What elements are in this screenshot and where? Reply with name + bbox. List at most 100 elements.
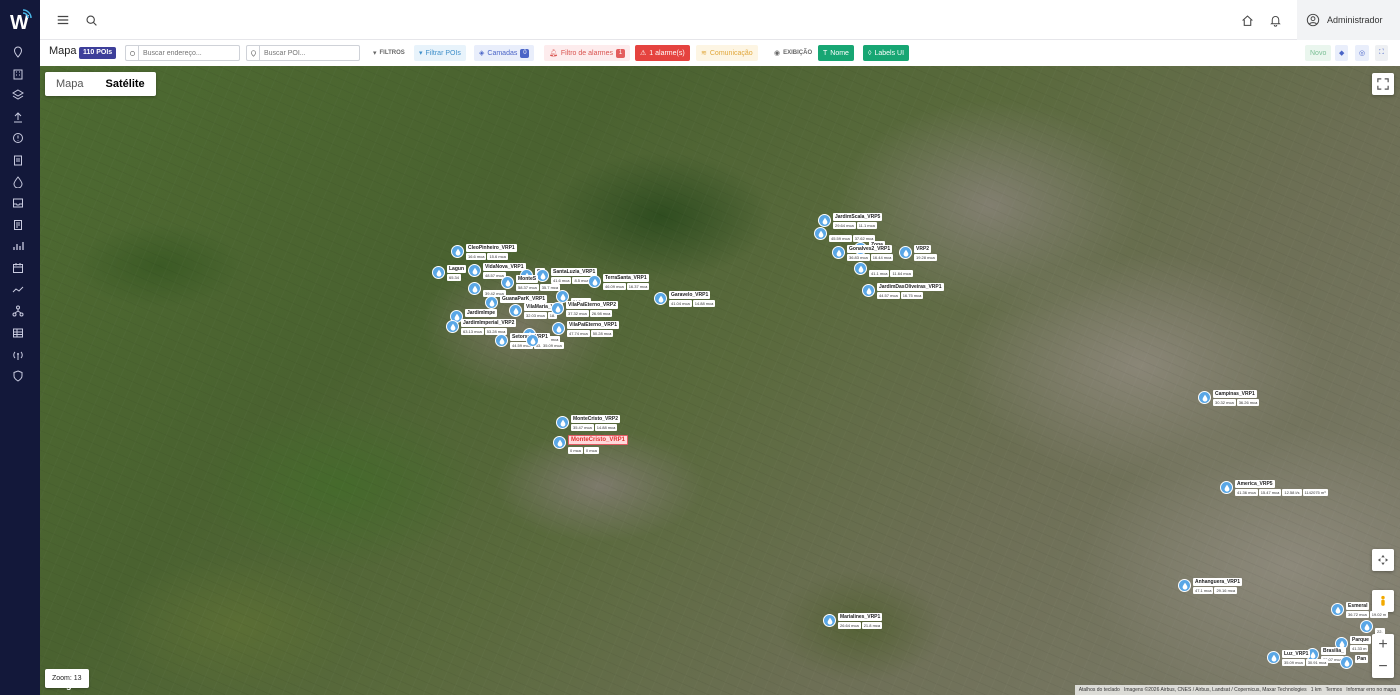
inbox-icon[interactable] — [11, 196, 25, 210]
poi-value: 30.32 mca — [1213, 399, 1236, 406]
poi-values: 65.34 — [447, 274, 462, 281]
map-type-satellite[interactable]: Satélite — [95, 72, 156, 96]
poi-name-label: Brasilia_ — [1321, 647, 1346, 655]
bell-icon[interactable] — [1267, 12, 1283, 28]
app-logo[interactable]: W — [6, 8, 32, 34]
google-logo: Google — [48, 680, 79, 690]
building-icon[interactable] — [11, 67, 25, 81]
location-icon — [126, 46, 139, 60]
poi-search — [246, 45, 360, 61]
alert-circle-icon[interactable] — [11, 131, 25, 145]
table-icon[interactable] — [11, 326, 25, 340]
poi-value: 21.8 mca — [861, 622, 883, 629]
fullscreen-icon — [1377, 78, 1389, 90]
upload-icon[interactable] — [11, 110, 25, 124]
poi-name-label: Campinas_VRP1 — [1213, 390, 1257, 398]
scale-bar[interactable]: 1 km — [1311, 687, 1322, 693]
poi-value: 41.1 mca — [869, 270, 890, 277]
poi-value: 29.16 mca — [1214, 587, 1238, 594]
poi-values: 58.37 mca 35.7 mca — [516, 284, 561, 291]
hamburger-menu-icon[interactable] — [55, 12, 71, 28]
poi-search-input[interactable] — [260, 46, 358, 60]
page-title: Mapa — [49, 45, 77, 57]
zoom-in-button[interactable]: + — [1378, 634, 1387, 656]
poi-name-label: VRP2 — [914, 245, 932, 253]
home-icon[interactable] — [1239, 12, 1255, 28]
signal-icon[interactable] — [11, 348, 25, 362]
alarm-filter-count: 1 — [616, 48, 626, 58]
street-view-button[interactable] — [1372, 590, 1394, 612]
locate-button[interactable]: ◎ — [1355, 45, 1370, 61]
keyboard-shortcuts-link[interactable]: Atalhos do teclado — [1079, 687, 1120, 693]
poi-value: 36.72 mca — [1346, 611, 1369, 618]
top-bar: Administrador — [40, 0, 1400, 40]
water-drop-icon — [551, 302, 564, 315]
poi-value: 45.59 mca — [829, 235, 852, 242]
alarm-filter-button[interactable]: 🔔︎ Filtro de alarmes 1 — [544, 45, 631, 61]
imagery-credit: Imagens ©2026 Airbus, CNES / Airbus, Lan… — [1124, 687, 1307, 693]
poi-values: 35.09 mca — [541, 342, 564, 349]
water-drop-icon — [899, 246, 912, 259]
new-button[interactable]: Novo — [1305, 45, 1332, 61]
labels-ui-button[interactable]: ◊ Labels UI — [863, 45, 910, 61]
trend-icon[interactable] — [11, 283, 25, 297]
calendar-icon[interactable] — [11, 261, 25, 275]
poi-name-label: VilaPaiEterno_VRP1 — [567, 321, 619, 329]
network-icon[interactable] — [11, 304, 25, 318]
pegman-icon — [1381, 595, 1385, 606]
map-toolbar: Mapa 110 POIs ▾FILTROS ▾Filtrar POIs ◈Ca… — [40, 41, 1400, 66]
zoom-out-button[interactable]: − — [1378, 656, 1387, 678]
water-drop-icon — [553, 436, 566, 449]
poi-name-label: Garavelo_VRP1 — [669, 291, 711, 299]
point-icon: ◆ — [1339, 50, 1345, 57]
camera-control-button[interactable] — [1372, 549, 1394, 571]
layers-icon[interactable] — [11, 88, 25, 102]
poi-value: 36.83 mca — [847, 254, 870, 261]
bar-chart-icon[interactable] — [11, 239, 25, 253]
poi-values: 0 mca 0 mca — [568, 447, 599, 454]
poi-value: 41.36 mca — [1235, 489, 1258, 496]
poi-value: 22. — [1375, 628, 1385, 635]
layers-button[interactable]: ◈ Camadas 0 — [474, 45, 535, 61]
eye-icon: ◉ — [774, 50, 781, 57]
satellite-map[interactable]: Mapa Satélite + − CleoPinheiro_VRP1 16.6 … — [40, 66, 1400, 695]
poi-value: 41.04 mca — [669, 300, 692, 307]
shield-icon[interactable] — [11, 369, 25, 383]
poi-value: 35.7 mca — [539, 284, 561, 291]
clipboard-icon[interactable] — [11, 153, 25, 167]
report-error-link[interactable]: Informar erro no mapa — [1346, 687, 1396, 693]
poi-value: 15.6 mca — [487, 253, 508, 260]
map-type-map[interactable]: Mapa — [45, 72, 95, 96]
water-drop-icon — [1340, 656, 1353, 669]
poi-value: 26.98 mca — [589, 310, 613, 317]
name-toggle-button[interactable]: T Nome — [818, 45, 854, 61]
poi-name-label: JardimImperial_VRP2 — [461, 319, 517, 327]
water-drop-icon — [501, 276, 514, 289]
poi-value: 15.47 mca — [1258, 489, 1282, 496]
map-pin-icon[interactable] — [11, 45, 25, 59]
search-icon[interactable] — [83, 12, 99, 28]
poi-value: 11.1 mca — [856, 222, 877, 229]
draw-point-button[interactable]: ◆ — [1335, 45, 1349, 61]
water-drop-icon — [552, 322, 565, 335]
communication-button[interactable]: ≋ Comunicação — [696, 45, 758, 61]
address-search-input[interactable] — [139, 46, 239, 60]
water-drop-icon — [468, 282, 481, 295]
terms-link[interactable]: Termos — [1326, 687, 1342, 693]
funnel-icon: ▾ — [419, 50, 423, 57]
document-icon[interactable] — [11, 218, 25, 232]
water-drop-icon — [823, 614, 836, 627]
user-menu[interactable]: Administrador — [1297, 0, 1400, 40]
water-drop-icon — [432, 266, 445, 279]
expand-button[interactable]: ⛶ — [1375, 45, 1388, 61]
poi-values: 35.47 mca 14.88 mca — [571, 424, 618, 431]
filter-pois-button[interactable]: ▾ Filtrar POIs — [414, 45, 466, 61]
fullscreen-button[interactable] — [1372, 73, 1394, 95]
water-drop-icon — [1178, 579, 1191, 592]
poi-name-label: JardimDasOliveiras_VRP1 — [877, 283, 944, 291]
poi-name-label: Luz_VRP1 — [1282, 650, 1311, 658]
user-name: Administrador — [1327, 15, 1383, 25]
poi-value: 35.09 mca — [1282, 659, 1305, 666]
drop-icon[interactable] — [11, 175, 25, 189]
alarms-button[interactable]: ⚠ 1 alarme(s) — [635, 45, 690, 61]
